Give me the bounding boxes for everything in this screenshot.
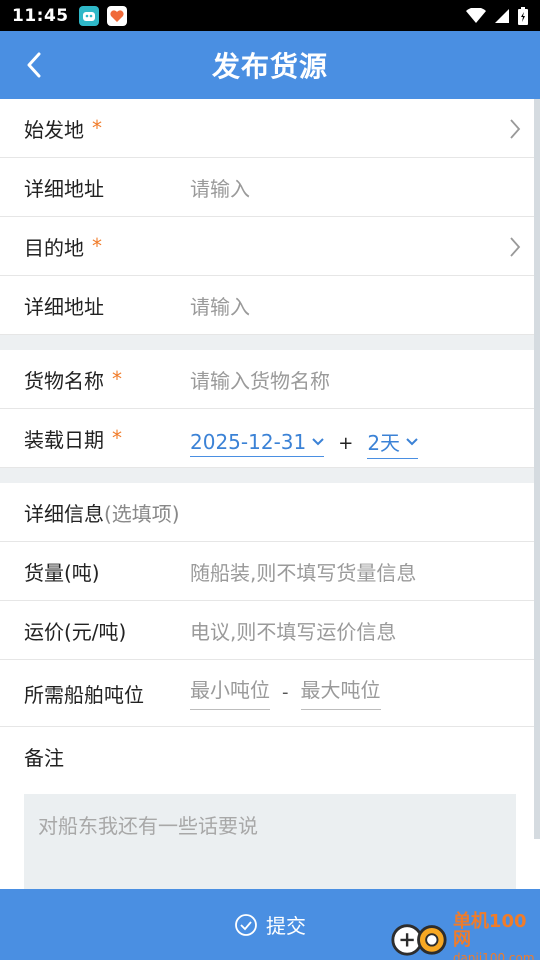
section-divider <box>0 468 540 483</box>
freight-row: 运价(元/吨) 电议,则不填写运价信息 <box>0 601 540 660</box>
date-value: 2025-12-31 <box>190 429 307 454</box>
back-arrow-icon <box>27 52 41 78</box>
origin-label: 始发地 <box>24 117 84 142</box>
origin-detail-label: 详细地址 <box>24 176 104 201</box>
destination-detail-row: 详细地址 请输入 <box>0 276 540 335</box>
details-title: 详细信息 <box>24 501 104 526</box>
cargo-form: 始发地 * 详细地址 请输入 目的地 * 详细地址 请输入 货物名称 * 请输入… <box>0 99 540 904</box>
signal-icon <box>495 8 509 23</box>
chevron-down-icon <box>312 437 324 445</box>
quantity-row: 货量(吨) 随船装,则不填写货量信息 <box>0 542 540 601</box>
battery-icon <box>518 6 528 25</box>
details-header-label: 详细信息(选填项) <box>24 498 180 527</box>
load-date-label: 装载日期 <box>24 427 104 452</box>
destination-detail-label: 详细地址 <box>24 294 104 319</box>
chevron-right-icon <box>510 237 521 257</box>
origin-detail-row: 详细地址 请输入 <box>0 158 540 217</box>
remark-textarea[interactable]: 对船东我还有一些话要说 <box>24 794 516 904</box>
days-value: 2天 <box>367 431 401 455</box>
tonnage-row: 所需船舶吨位 最小吨位 - 最大吨位 <box>0 660 540 727</box>
tonnage-label: 所需船舶吨位 <box>24 682 144 707</box>
optional-hint: (选填项) <box>104 501 180 526</box>
chevron-right-icon <box>510 119 521 139</box>
goods-name-input[interactable]: 请输入货物名称 <box>190 365 330 394</box>
remark-label: 备注 <box>24 746 64 770</box>
freight-label: 运价(元/吨) <box>24 619 127 644</box>
origin-detail-input[interactable]: 请输入 <box>190 173 250 202</box>
chevron-down-icon <box>406 437 418 445</box>
watermark: 单机100网 danji100.com <box>390 910 540 960</box>
load-date-selectors: 2025-12-31 + 2天 <box>190 427 419 459</box>
days-dropdown[interactable]: 2天 <box>367 427 419 459</box>
goods-name-row: 货物名称 * 请输入货物名称 <box>0 350 540 409</box>
range-dash: - <box>282 681 289 703</box>
watermark-url: danji100.com <box>452 950 535 960</box>
status-time: 11:45 <box>12 5 69 26</box>
required-mark: * <box>112 426 122 450</box>
heart-app-icon <box>106 5 127 26</box>
plus-sign: + <box>338 432 354 454</box>
wifi-icon <box>466 7 486 23</box>
origin-picker[interactable]: 始发地 * <box>0 99 540 158</box>
watermark-logo-icon <box>391 924 447 956</box>
section-divider <box>0 335 540 350</box>
freight-input[interactable]: 电议,则不填写运价信息 <box>190 616 396 645</box>
destination-picker[interactable]: 目的地 * <box>0 217 540 276</box>
scrollbar-thumb[interactable] <box>534 99 540 839</box>
app-header: 发布货源 <box>0 31 540 99</box>
watermark-title: 单机100网 <box>452 910 527 950</box>
quantity-label: 货量(吨) <box>24 560 100 585</box>
quantity-input[interactable]: 随船装,则不填写货量信息 <box>190 557 416 586</box>
required-mark: * <box>92 234 102 258</box>
page-title: 发布货源 <box>211 50 328 83</box>
submit-label: 提交 <box>266 914 306 938</box>
details-header-row: 详细信息(选填项) <box>0 483 540 542</box>
max-tonnage-input[interactable]: 最大吨位 <box>300 674 381 710</box>
required-mark: * <box>112 367 122 391</box>
app-notification-icon <box>78 5 99 26</box>
status-bar: 11:45 <box>0 0 540 31</box>
date-dropdown[interactable]: 2025-12-31 <box>190 429 325 457</box>
scrollbar[interactable] <box>534 99 540 889</box>
required-mark: * <box>92 116 102 140</box>
destination-detail-input[interactable]: 请输入 <box>190 291 250 320</box>
load-date-row: 装载日期 * 2025-12-31 + 2天 <box>0 409 540 468</box>
goods-name-label: 货物名称 <box>24 368 104 393</box>
min-tonnage-input[interactable]: 最小吨位 <box>190 674 270 710</box>
check-circle-icon <box>235 913 257 936</box>
destination-label: 目的地 <box>24 235 84 260</box>
back-button[interactable] <box>14 45 54 85</box>
tonnage-range: 最小吨位 - 最大吨位 <box>190 674 381 710</box>
